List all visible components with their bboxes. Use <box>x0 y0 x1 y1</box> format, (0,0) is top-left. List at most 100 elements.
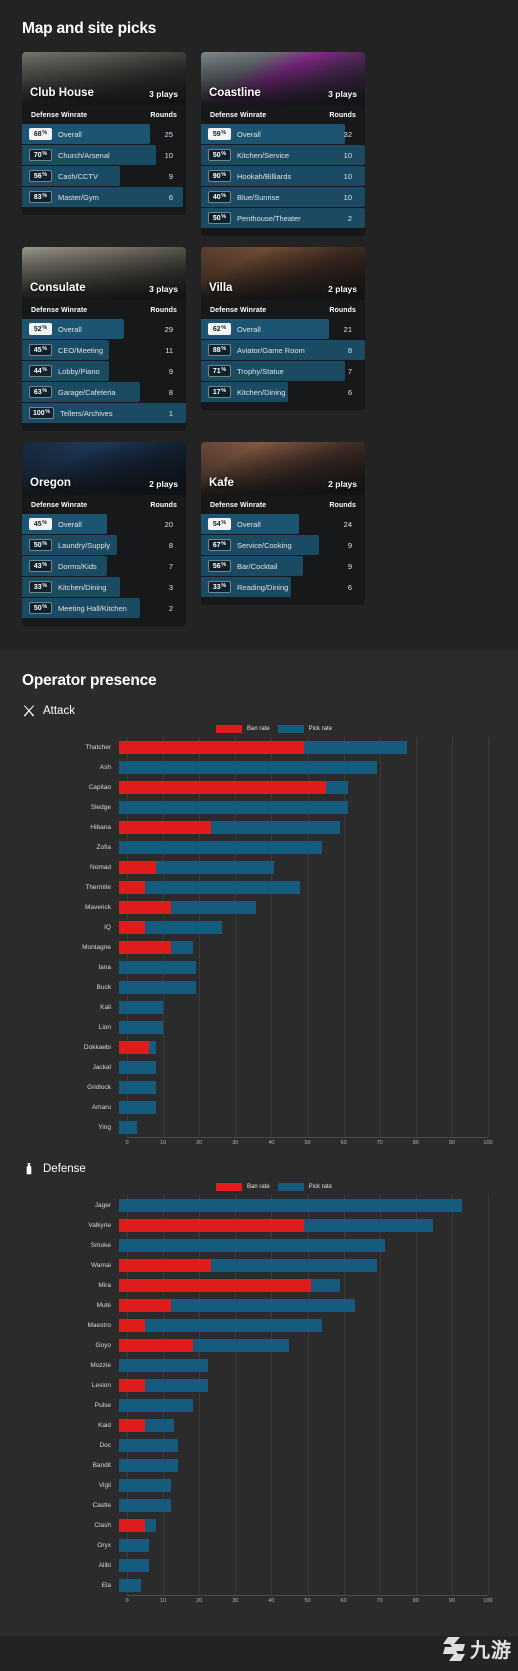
map-card[interactable]: Villa 2 plays Defense Winrate Rounds 62% Over… <box>201 247 365 410</box>
site-row[interactable]: 44% Lobby/Piano 9 <box>22 361 186 381</box>
map-card[interactable]: Kafe 2 plays Defense Winrate Rounds 54% Overa… <box>201 442 365 605</box>
site-row-overall[interactable]: 68% Overall 25 <box>22 124 186 144</box>
pick-rate-bar <box>119 1198 463 1212</box>
site-row[interactable]: 67% Service/Cooking 9 <box>201 535 365 555</box>
operator-row[interactable]: Mira <box>22 1275 496 1295</box>
site-row[interactable]: 45% CEO/Meeting 11 <box>22 340 186 360</box>
operator-row[interactable]: Mute <box>22 1295 496 1315</box>
map-card[interactable]: Club House 3 plays Defense Winrate Rounds 68… <box>22 52 186 215</box>
site-row[interactable]: 50% Kitchen/Service 10 <box>201 145 365 165</box>
operator-row[interactable]: Vigil <box>22 1475 496 1495</box>
operator-row[interactable]: Lesion <box>22 1375 496 1395</box>
map-card[interactable]: Consulate 3 plays Defense Winrate Rounds 52%… <box>22 247 186 431</box>
operator-row[interactable]: Kaid <box>22 1415 496 1435</box>
site-name-label: Laundry/Supply <box>58 540 111 550</box>
operator-row[interactable]: Dokkaebi <box>22 1037 496 1057</box>
map-banner: Oregon 2 plays <box>22 442 186 495</box>
operator-row[interactable]: Valkyrie <box>22 1215 496 1235</box>
operator-row[interactable]: Sledge <box>22 797 496 817</box>
operator-row[interactable]: Buck <box>22 977 496 997</box>
winrate-percent-value: 83 <box>33 193 42 201</box>
winrate-percent-badge: 52% <box>29 323 52 335</box>
operator-row[interactable]: Smoke <box>22 1235 496 1255</box>
operator-row[interactable]: Lion <box>22 1017 496 1037</box>
pick-rate-bar <box>119 980 197 994</box>
site-name-label: Overall <box>58 129 82 139</box>
operator-row[interactable]: Capitao <box>22 777 496 797</box>
map-card-column-headers: Defense Winrate Rounds <box>201 495 365 514</box>
site-row-overall[interactable]: 54% Overall 24 <box>201 514 365 534</box>
site-row[interactable]: 33% Reading/Dining 6 <box>201 577 365 597</box>
site-row[interactable]: 56% Bar/Cocktail 9 <box>201 556 365 576</box>
page-title: Map and site picks <box>22 20 157 37</box>
operator-row[interactable]: Doc <box>22 1435 496 1455</box>
site-name-label: Kitchen/Dining <box>58 582 107 592</box>
x-axis-tick-label: 80 <box>412 1140 419 1146</box>
map-card-column-headers: Defense Winrate Rounds <box>201 300 365 319</box>
defense-winrate-header: Defense Winrate <box>31 502 88 509</box>
operator-row[interactable]: Thatcher <box>22 737 496 757</box>
site-row-overall[interactable]: 45% Overall 20 <box>22 514 186 534</box>
operator-row[interactable]: Hibana <box>22 817 496 837</box>
pick-rate-bar <box>144 1518 156 1532</box>
site-row[interactable]: 83% Master/Gym 6 <box>22 187 186 207</box>
site-row[interactable]: 43% Dorms/Kids 7 <box>22 556 186 576</box>
site-row[interactable]: 33% Kitchen/Dining 3 <box>22 577 186 597</box>
map-card[interactable]: Coastline 3 plays Defense Winrate Rounds 59%… <box>201 52 365 236</box>
site-name-label: Overall <box>58 324 82 334</box>
operator-row[interactable]: Alibi <box>22 1555 496 1575</box>
site-row[interactable]: 88% Aviator/Game Room 8 <box>201 340 365 360</box>
site-row[interactable]: 17% Kitchen/Dining 6 <box>201 382 365 402</box>
operator-row[interactable]: Kali <box>22 997 496 1017</box>
operator-row[interactable]: Ying <box>22 1117 496 1137</box>
site-row[interactable]: 71% Trophy/Statue 7 <box>201 361 365 381</box>
defense-chart-x-axis: 0 10 20 30 40 50 60 70 80 90 100 <box>125 1595 493 1610</box>
site-row-overall[interactable]: 59% Overall 32 <box>201 124 365 144</box>
operator-row[interactable]: Mozzie <box>22 1355 496 1375</box>
operator-row[interactable]: IQ <box>22 917 496 937</box>
winrate-percent-value: 71 <box>212 367 221 375</box>
operator-bar-track <box>119 820 488 834</box>
operator-row[interactable]: Maverick <box>22 897 496 917</box>
winrate-percent-badge: 33% <box>29 581 52 593</box>
operator-row[interactable]: Pulse <box>22 1395 496 1415</box>
map-banner: Coastline 3 plays <box>201 52 365 105</box>
map-card[interactable]: Oregon 2 plays Defense Winrate Rounds 45% Ove… <box>22 442 186 626</box>
operator-row[interactable]: Nomad <box>22 857 496 877</box>
site-row[interactable]: 63% Garage/Cafeteria 8 <box>22 382 186 402</box>
site-row[interactable]: 50% Laundry/Supply 8 <box>22 535 186 555</box>
ban-rate-swatch <box>215 1183 242 1191</box>
site-row[interactable]: 50% Penthouse/Theater 2 <box>201 208 365 228</box>
operator-row[interactable]: Bandit <box>22 1455 496 1475</box>
operator-bar-track <box>119 920 488 934</box>
site-row[interactable]: 70% Church/Arsenal 10 <box>22 145 186 165</box>
operator-row[interactable]: Thermite <box>22 877 496 897</box>
operator-bar-track <box>119 1258 488 1272</box>
operator-row[interactable]: Oryx <box>22 1535 496 1555</box>
operator-row[interactable]: Iana <box>22 957 496 977</box>
operator-row[interactable]: Jackal <box>22 1057 496 1077</box>
operator-row[interactable]: Gridlock <box>22 1077 496 1097</box>
operator-row[interactable]: Amaru <box>22 1097 496 1117</box>
site-row[interactable]: 56% Cash/CCTV 9 <box>22 166 186 186</box>
operator-row[interactable]: Goyo <box>22 1335 496 1355</box>
site-row[interactable]: 40% Blue/Sunrise 10 <box>201 187 365 207</box>
map-banner: Consulate 3 plays <box>22 247 186 300</box>
operator-name-label: Kali <box>100 1003 111 1011</box>
operator-row[interactable]: Wamai <box>22 1255 496 1275</box>
operator-row[interactable]: Montagne <box>22 937 496 957</box>
site-row[interactable]: 90% Hookah/Billiards 10 <box>201 166 365 186</box>
site-name-label: Aviator/Game Room <box>237 345 305 355</box>
site-row-overall[interactable]: 62% Overall 21 <box>201 319 365 339</box>
operator-row[interactable]: Castle <box>22 1495 496 1515</box>
site-row[interactable]: 50% Meeting Hall/Kitchen 2 <box>22 598 186 618</box>
operator-row[interactable]: Ela <box>22 1575 496 1595</box>
operator-row[interactable]: Ash <box>22 757 496 777</box>
site-row-overall[interactable]: 52% Overall 29 <box>22 319 186 339</box>
map-plays-count: 3 plays <box>149 89 178 99</box>
operator-row[interactable]: Clash <box>22 1515 496 1535</box>
operator-row[interactable]: Zofia <box>22 837 496 857</box>
operator-row[interactable]: Maestro <box>22 1315 496 1335</box>
site-row[interactable]: 100% Tellers/Archives 1 <box>22 403 186 423</box>
operator-row[interactable]: Jager <box>22 1195 496 1215</box>
